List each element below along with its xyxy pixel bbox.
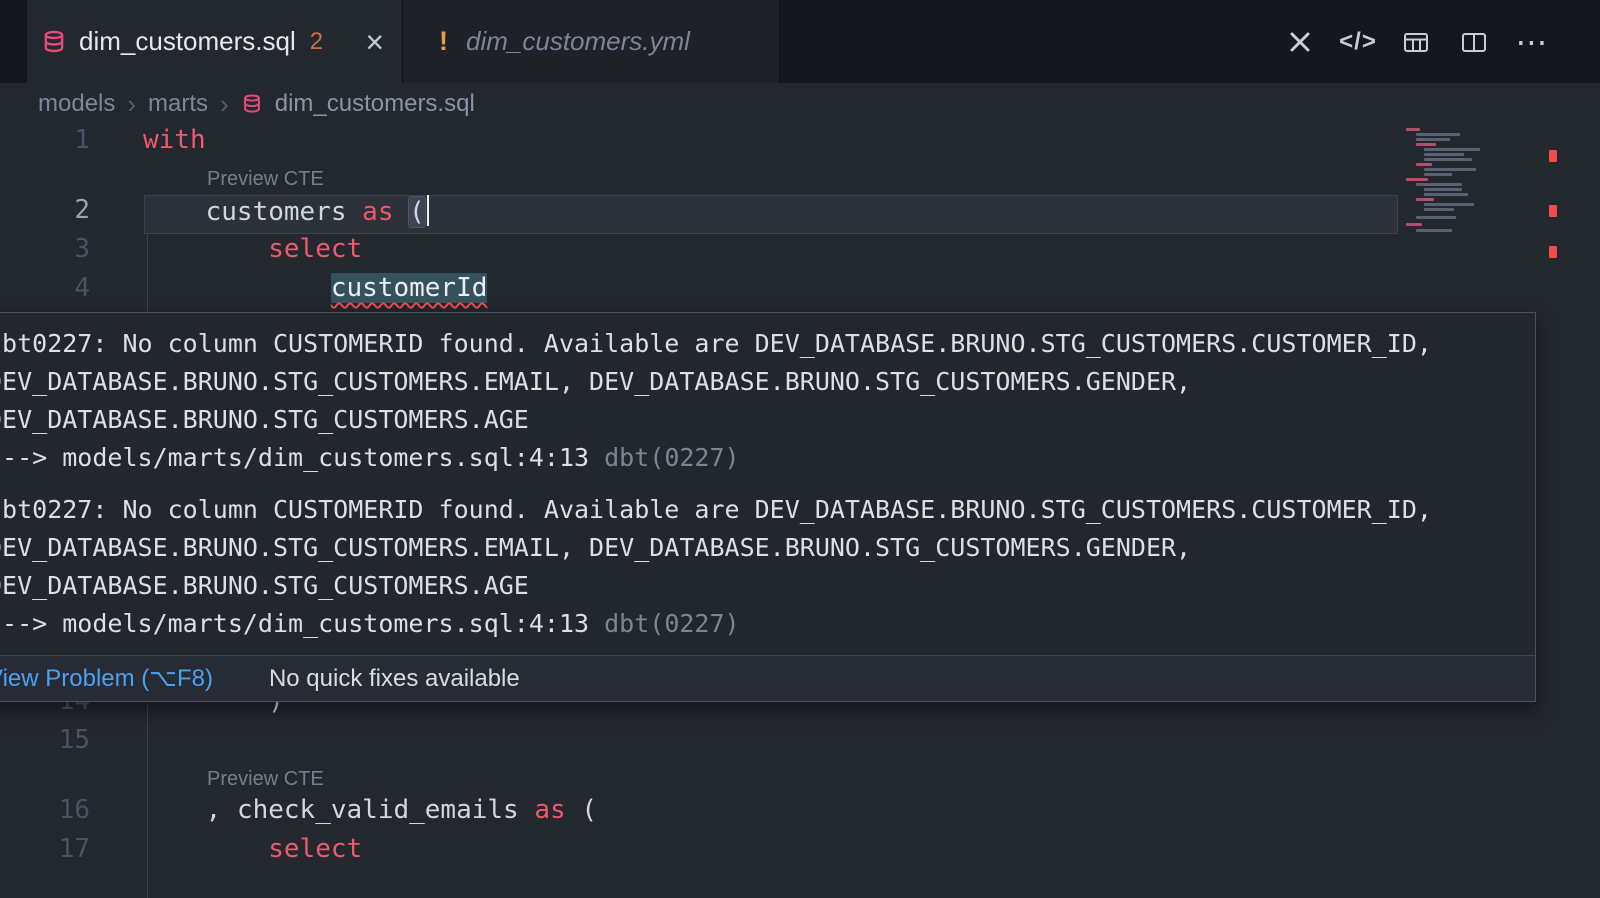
whitespace — [347, 197, 363, 227]
code-line: 16 , check_valid_emails as ( — [0, 795, 1600, 834]
keyword-token: select — [268, 234, 362, 264]
error-hover-body: dbt0227: No column CUSTOMERID found. Ava… — [0, 313, 1535, 655]
identifier-token: customers — [206, 197, 347, 227]
error-location-path: --> models/marts/dim_customers.sql:4:13 — [0, 609, 589, 638]
error-location: --> models/marts/dim_customers.sql:4:13 … — [0, 605, 1527, 643]
breadcrumb-item-models[interactable]: models — [38, 90, 115, 118]
code-line-text[interactable]: select — [143, 234, 362, 273]
no-quick-fixes-text: No quick fixes available — [269, 665, 520, 693]
tab-dim-customers-yml[interactable]: ! dim_customers.yml — [403, 0, 780, 83]
tab-modified-badge: 2 — [310, 28, 323, 56]
error-message-block: dbt0227: No column CUSTOMERID found. Ava… — [0, 491, 1527, 643]
whitespace — [221, 795, 237, 825]
error-message: dbt0227: No column CUSTOMERID found. Ava… — [0, 325, 1527, 439]
line-number: 3 — [0, 234, 90, 273]
editor-actions: </> ⋯ — [1284, 0, 1548, 83]
close-tab-icon[interactable]: × — [365, 26, 384, 58]
compile-code-icon[interactable]: </> — [1342, 26, 1374, 58]
whitespace — [143, 234, 268, 264]
breadcrumb-item-marts[interactable]: marts — [148, 90, 208, 118]
keyword-token: as — [362, 197, 393, 227]
line-number: 4 — [0, 273, 90, 312]
database-icon — [241, 93, 263, 115]
line-number: 1 — [0, 125, 90, 164]
code-line: 1 with — [0, 125, 1600, 164]
whitespace — [393, 197, 409, 227]
whitespace — [519, 795, 535, 825]
split-editor-icon[interactable] — [1458, 26, 1490, 58]
error-code: dbt(0227) — [604, 609, 739, 638]
keyword-token: select — [268, 834, 362, 864]
error-hover-popup: dbt0227: No column CUSTOMERID found. Ava… — [0, 312, 1536, 702]
codelens-preview-cte[interactable]: Preview CTE — [207, 164, 324, 195]
line-number: 15 — [0, 725, 90, 764]
error-code: dbt(0227) — [604, 443, 739, 472]
error-overview-mark — [1549, 246, 1557, 258]
breadcrumb: models › marts › dim_customers.sql — [0, 83, 1600, 125]
codelens-preview-cte[interactable]: Preview CTE — [207, 764, 324, 795]
view-problem-link[interactable]: View Problem (⌥F8) — [0, 664, 213, 693]
code-line: 2 customers as ( — [0, 195, 1600, 234]
dbt-run-icon[interactable] — [1284, 26, 1316, 58]
breadcrumb-item-file[interactable]: dim_customers.sql — [275, 90, 475, 118]
warning-marker-icon: ! — [439, 26, 448, 57]
bracket-token: ( — [409, 197, 425, 227]
code-line-text[interactable]: select — [143, 834, 362, 873]
text-cursor — [427, 195, 429, 226]
whitespace — [143, 197, 206, 227]
error-message: dbt0227: No column CUSTOMERID found. Ava… — [0, 491, 1527, 605]
tab-label: dim_customers.yml — [466, 26, 690, 57]
code-line-text[interactable]: customerId — [143, 273, 487, 312]
line-number: 17 — [0, 834, 90, 873]
code-line-text[interactable]: , check_valid_emails as ( — [143, 795, 597, 834]
editor-tab-bar: dim_customers.sql 2 × ! dim_customers.ym… — [0, 0, 1600, 83]
error-location-path: --> models/marts/dim_customers.sql:4:13 — [0, 443, 589, 472]
whitespace — [143, 795, 206, 825]
database-icon — [41, 29, 67, 55]
whitespace — [143, 834, 268, 864]
error-message-block: dbt0227: No column CUSTOMERID found. Ava… — [0, 325, 1527, 477]
keyword-token: with — [143, 125, 206, 155]
vscode-window: dim_customers.sql 2 × ! dim_customers.ym… — [0, 0, 1600, 898]
keyword-token: as — [534, 795, 565, 825]
code-line: 4 customerId — [0, 273, 1600, 312]
minimap[interactable] — [1404, 126, 1544, 241]
code-line: 17 select — [0, 834, 1600, 873]
line-number: 16 — [0, 795, 90, 834]
chevron-right-icon: › — [220, 89, 229, 120]
bracket-token: ( — [566, 795, 597, 825]
more-actions-icon[interactable]: ⋯ — [1516, 26, 1548, 58]
chevron-right-icon: › — [127, 89, 136, 120]
identifier-token: check_valid_emails — [237, 795, 519, 825]
error-overview-mark — [1549, 205, 1557, 217]
punctuation-token: , — [206, 795, 222, 825]
code-line-text[interactable]: customers as ( — [143, 195, 429, 234]
tab-label: dim_customers.sql — [79, 26, 296, 57]
error-token-customerid: customerId — [331, 273, 488, 303]
error-hover-footer: View Problem (⌥F8) No quick fixes availa… — [0, 655, 1535, 701]
query-results-icon[interactable] — [1400, 26, 1432, 58]
code-line-text[interactable]: with — [143, 125, 206, 164]
code-line: 3 select — [0, 234, 1600, 273]
tab-dim-customers-sql[interactable]: dim_customers.sql 2 × — [27, 0, 403, 83]
error-overview-mark — [1549, 150, 1557, 162]
whitespace — [143, 273, 331, 303]
code-line: 15 — [0, 725, 1600, 764]
error-location: --> models/marts/dim_customers.sql:4:13 … — [0, 439, 1527, 477]
line-number: 2 — [0, 195, 90, 234]
